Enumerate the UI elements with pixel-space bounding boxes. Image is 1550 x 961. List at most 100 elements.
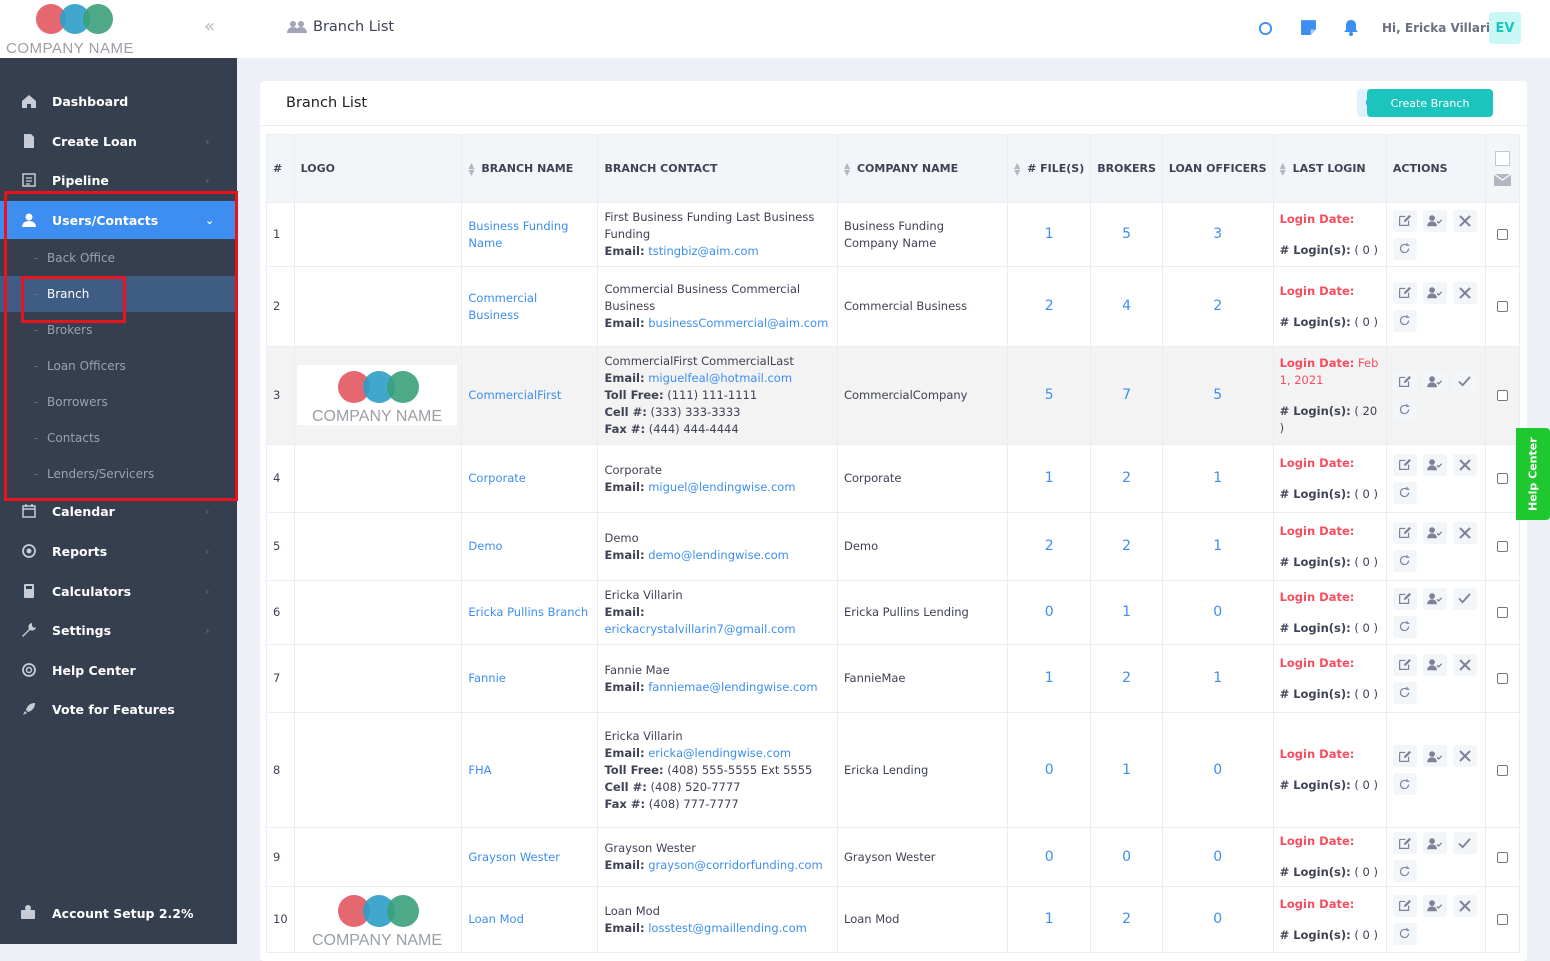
branch-name-link[interactable]: CommercialFirst (468, 388, 561, 402)
bell-icon[interactable] (1343, 19, 1359, 36)
refresh-icon[interactable] (1392, 549, 1417, 572)
sidebar-item-create-loan[interactable]: Create Loan › (0, 122, 237, 160)
brokers-count[interactable]: 5 (1090, 202, 1163, 267)
branch-name-link[interactable]: Ericka Pullins Branch (468, 605, 588, 619)
assign-user-icon[interactable] (1422, 209, 1447, 232)
activate-check-icon[interactable] (1452, 370, 1477, 393)
edit-icon[interactable] (1392, 745, 1417, 767)
branch-name-link[interactable]: Loan Mod (468, 912, 524, 926)
refresh-icon[interactable] (1392, 860, 1417, 882)
edit-icon[interactable] (1392, 370, 1417, 393)
sort-icon[interactable]: ▲ ▼ (468, 161, 476, 176)
branch-name-link[interactable]: Demo (468, 539, 502, 553)
contact-email[interactable]: miguel@lendingwise.com (648, 480, 795, 494)
refresh-icon[interactable] (1392, 773, 1417, 795)
files-count[interactable]: 1 (1007, 644, 1092, 713)
brokers-count[interactable]: 7 (1090, 346, 1163, 445)
files-count[interactable]: 0 (1007, 712, 1092, 828)
refresh-icon[interactable] (1392, 922, 1417, 945)
sidebar-item-dashboard[interactable]: Dashboard (0, 82, 237, 120)
row-checkbox[interactable] (1497, 390, 1509, 401)
edit-icon[interactable] (1392, 521, 1417, 544)
col-company-name[interactable]: ▲ ▼ COMPANY NAME (836, 134, 1009, 203)
assign-user-icon[interactable] (1422, 832, 1447, 854)
assign-user-icon[interactable] (1422, 653, 1447, 676)
branch-name-link[interactable]: Business Funding Name (468, 219, 568, 250)
edit-icon[interactable] (1392, 453, 1417, 476)
row-checkbox[interactable] (1497, 914, 1509, 925)
loan-officers-count[interactable]: 1 (1161, 444, 1274, 513)
row-checkbox[interactable] (1497, 607, 1509, 618)
sort-icon[interactable]: ▲ ▼ (1014, 161, 1022, 176)
deactivate-x-icon[interactable] (1452, 521, 1477, 544)
assign-user-icon[interactable] (1422, 745, 1447, 767)
row-checkbox[interactable] (1497, 301, 1509, 312)
assign-user-icon[interactable] (1422, 894, 1447, 917)
row-checkbox[interactable] (1497, 851, 1509, 863)
contact-email[interactable]: miguelfeal@hotmail.com (648, 371, 792, 385)
brokers-count[interactable]: 1 (1090, 712, 1163, 828)
loan-officers-count[interactable]: 1 (1161, 512, 1274, 581)
files-count[interactable]: 2 (1007, 512, 1092, 581)
contact-email[interactable]: erickacrystalvillarin7@gmail.com (604, 622, 795, 636)
sort-icon[interactable]: ▲ ▼ (1280, 161, 1288, 176)
loan-officers-count[interactable]: 0 (1161, 580, 1274, 645)
loan-officers-count[interactable]: 0 (1161, 827, 1274, 887)
deactivate-x-icon[interactable] (1452, 894, 1477, 917)
col-last-login[interactable]: ▲ ▼ LAST LOGIN (1272, 134, 1387, 203)
brokers-count[interactable]: 2 (1090, 444, 1163, 513)
create-branch-button[interactable]: Create Branch (1367, 89, 1493, 117)
contact-email[interactable]: demo@lendingwise.com (648, 548, 789, 562)
deactivate-x-icon[interactable] (1452, 745, 1477, 767)
files-count[interactable]: 2 (1007, 266, 1092, 347)
branch-name-link[interactable]: Fannie (468, 671, 505, 685)
activate-check-icon[interactable] (1452, 832, 1477, 854)
refresh-icon[interactable] (1392, 615, 1417, 638)
refresh-icon[interactable] (1392, 481, 1417, 504)
row-checkbox[interactable] (1497, 473, 1509, 484)
assign-user-icon[interactable] (1422, 370, 1447, 393)
mail-icon[interactable] (1494, 174, 1512, 186)
branch-name-link[interactable]: Corporate (468, 471, 526, 485)
col-files[interactable]: ▲ ▼ # FILE(S) (1007, 134, 1092, 203)
files-count[interactable]: 1 (1007, 444, 1092, 513)
loan-officers-count[interactable]: 5 (1161, 346, 1274, 445)
refresh-icon[interactable] (1392, 681, 1417, 704)
row-checkbox[interactable] (1497, 229, 1509, 240)
edit-icon[interactable] (1392, 832, 1417, 854)
company-logo[interactable]: COMPANY NAME (0, 0, 237, 58)
notes-icon[interactable] (1300, 19, 1317, 36)
files-count[interactable]: 0 (1007, 827, 1092, 887)
edit-icon[interactable] (1392, 894, 1417, 917)
loan-officers-count[interactable]: 0 (1161, 886, 1274, 953)
edit-icon[interactable] (1392, 209, 1417, 232)
deactivate-x-icon[interactable] (1452, 281, 1477, 304)
sidebar-item-help-center[interactable]: Help Center (0, 651, 237, 689)
brokers-count[interactable]: 2 (1090, 512, 1163, 581)
refresh-icon[interactable] (1392, 309, 1417, 332)
deactivate-x-icon[interactable] (1452, 209, 1477, 232)
account-setup[interactable]: Account Setup 2.2% (0, 898, 237, 928)
brokers-count[interactable]: 2 (1090, 644, 1163, 713)
edit-icon[interactable] (1392, 281, 1417, 304)
files-count[interactable]: 1 (1007, 886, 1092, 953)
branch-name-link[interactable]: Grayson Wester (468, 850, 560, 864)
sort-icon[interactable]: ▲ ▼ (844, 161, 852, 176)
contact-email[interactable]: businessCommercial@aim.com (648, 316, 828, 330)
brokers-count[interactable]: 1 (1090, 580, 1163, 645)
row-checkbox[interactable] (1497, 541, 1509, 552)
row-checkbox[interactable] (1497, 673, 1509, 684)
brokers-count[interactable]: 0 (1090, 827, 1163, 887)
avatar[interactable]: EV (1489, 12, 1521, 44)
circle-status-icon[interactable] (1258, 21, 1273, 36)
assign-user-icon[interactable] (1422, 521, 1447, 544)
collapse-sidebar-icon[interactable]: « (204, 16, 215, 37)
branch-name-link[interactable]: Commercial Business (468, 291, 537, 322)
select-all-checkbox[interactable] (1495, 151, 1511, 166)
contact-email[interactable]: grayson@corridorfunding.com (648, 858, 823, 872)
brokers-count[interactable]: 2 (1090, 886, 1163, 953)
files-count[interactable]: 5 (1007, 346, 1092, 445)
files-count[interactable]: 1 (1007, 202, 1092, 267)
contact-email[interactable]: tstingbiz@aim.com (648, 244, 759, 258)
deactivate-x-icon[interactable] (1452, 453, 1477, 476)
